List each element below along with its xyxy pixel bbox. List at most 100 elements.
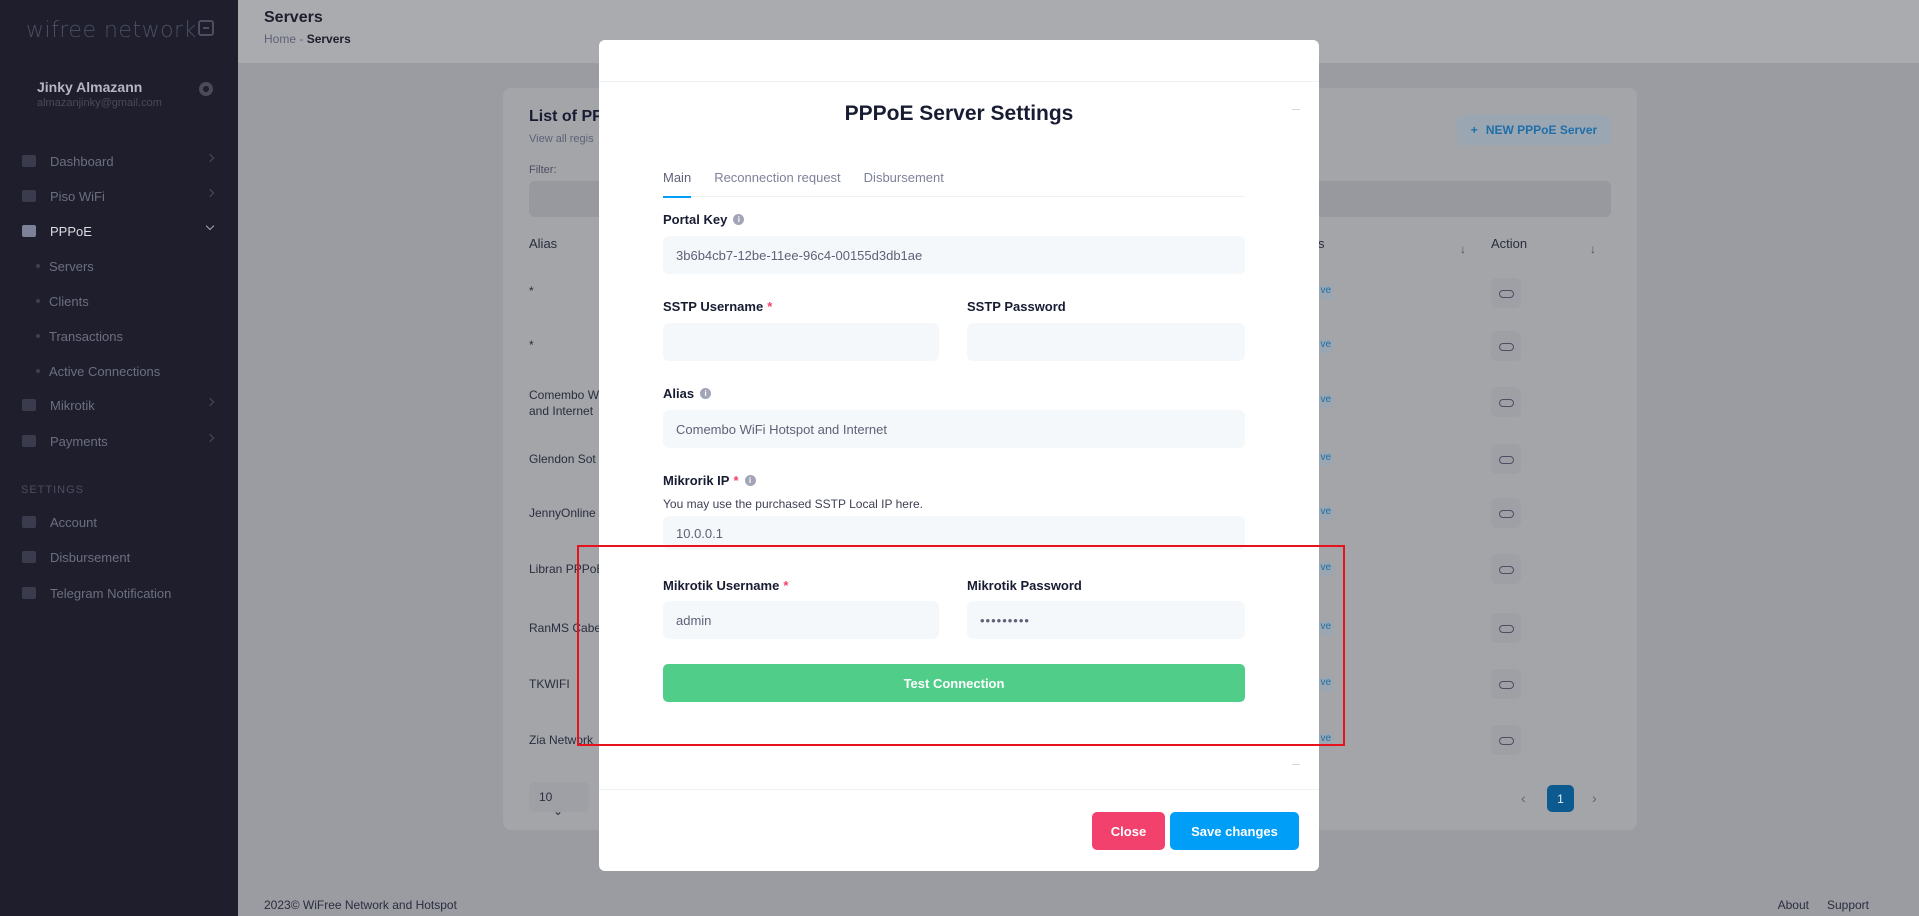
footer-support-link[interactable]: Support bbox=[1827, 898, 1869, 912]
sstp-username-label: SSTP Username * bbox=[663, 299, 772, 314]
column-header-alias[interactable]: Alias bbox=[529, 236, 557, 251]
sidebar-item-payments[interactable]: Payments bbox=[0, 426, 238, 456]
sidebar-subitem-clients[interactable]: Clients bbox=[0, 288, 238, 314]
sort-arrow-icon[interactable]: ↓ bbox=[1460, 242, 1466, 256]
sidebar-item-disbursement[interactable]: Disbursement bbox=[0, 542, 238, 572]
sort-arrow-icon[interactable]: ↓ bbox=[1590, 242, 1596, 256]
table-row-alias-line: Comembo W bbox=[529, 388, 600, 402]
bullet-icon bbox=[36, 264, 40, 268]
tab-disbursement[interactable]: Disbursement bbox=[864, 170, 944, 197]
sstp-password-label: SSTP Password bbox=[967, 299, 1066, 314]
mikrotik-ip-field[interactable]: 10.0.0.1 bbox=[663, 516, 1245, 550]
sidebar-toggle-icon[interactable] bbox=[198, 20, 214, 36]
portal-key-label: Portal Key i bbox=[663, 212, 745, 227]
chevron-right-icon bbox=[205, 188, 215, 198]
pagination-next-icon[interactable]: › bbox=[1592, 790, 1597, 806]
table-row-alias: Libran PPPoE bbox=[529, 562, 605, 576]
portal-key-field[interactable]: 3b6b4cb7-12be-11ee-96c4-00155d3db1ae bbox=[663, 236, 1245, 274]
sidebar-item-telegram-notification[interactable]: Telegram Notification bbox=[0, 578, 238, 608]
chevron-down-icon: ⌄ bbox=[553, 804, 564, 818]
card-subtitle: View all regis bbox=[529, 133, 594, 145]
sidebar-item-piso-wifi[interactable]: Piso WiFi bbox=[0, 181, 238, 211]
table-row-alias: * bbox=[529, 284, 534, 298]
user-icon bbox=[22, 516, 36, 528]
toggle-action-button[interactable] bbox=[1491, 331, 1521, 361]
info-icon[interactable]: i bbox=[744, 475, 756, 486]
toggle-action-button[interactable] bbox=[1491, 725, 1521, 755]
alias-label-text: Alias bbox=[663, 386, 695, 401]
modal-footer-divider bbox=[599, 789, 1319, 790]
sstp-username-field[interactable] bbox=[663, 323, 939, 361]
dashboard-icon bbox=[22, 155, 36, 167]
required-mark: * bbox=[733, 473, 739, 488]
info-icon[interactable]: i bbox=[700, 388, 712, 399]
toggle-action-button[interactable] bbox=[1491, 554, 1521, 584]
mikrotik-ip-label-text: Mikrorik IP bbox=[663, 473, 730, 488]
sidebar-subitem-transactions[interactable]: Transactions bbox=[0, 323, 238, 349]
page-size-select[interactable]: 10 ⌄ bbox=[529, 782, 589, 818]
footer-links: About Support bbox=[1778, 898, 1869, 912]
table-row-alias: JennyOnline bbox=[529, 506, 596, 520]
toggle-action-button[interactable] bbox=[1491, 613, 1521, 643]
mikrotik-password-field[interactable]: ••••••••• bbox=[967, 601, 1245, 639]
table-row-alias: * bbox=[529, 338, 534, 352]
pppoe-settings-modal: PPPoE Server Settings Main Reconnection … bbox=[599, 40, 1319, 871]
payment-icon bbox=[22, 435, 36, 447]
chevron-right-icon bbox=[205, 153, 215, 163]
breadcrumb: Home - Servers bbox=[264, 32, 351, 46]
bullet-icon bbox=[36, 334, 40, 338]
sidebar-item-pppoe[interactable]: PPPoE bbox=[0, 216, 238, 246]
page-title: Servers bbox=[264, 9, 323, 26]
toggle-action-button[interactable] bbox=[1491, 498, 1521, 528]
sidebar-subitem-label: Transactions bbox=[49, 328, 123, 344]
sidebar-item-label: Payments bbox=[50, 433, 108, 449]
footer-about-link[interactable]: About bbox=[1778, 898, 1809, 912]
sstp-password-field[interactable] bbox=[967, 323, 1245, 361]
gear-icon[interactable] bbox=[199, 82, 213, 96]
test-connection-button[interactable]: Test Connection bbox=[663, 664, 1245, 702]
chevron-right-icon bbox=[205, 433, 215, 443]
sidebar-item-mikrotik[interactable]: Mikrotik bbox=[0, 390, 238, 420]
tab-main[interactable]: Main bbox=[663, 170, 692, 198]
toggle-action-button[interactable] bbox=[1491, 444, 1521, 474]
bullet-icon bbox=[36, 369, 40, 373]
new-pppoe-server-button[interactable]: + NEW PPPoE Server bbox=[1457, 115, 1611, 145]
sidebar-subitem-servers[interactable]: Servers bbox=[0, 253, 238, 279]
footer-copyright: 2023© WiFree Network and Hotspot bbox=[264, 898, 457, 912]
sidebar-item-account[interactable]: Account bbox=[0, 507, 238, 537]
toggle-action-button[interactable] bbox=[1491, 669, 1521, 699]
sidebar-item-label: Mikrotik bbox=[50, 397, 95, 413]
mikrotik-username-field[interactable]: admin bbox=[663, 601, 939, 639]
toggle-action-button[interactable] bbox=[1491, 387, 1521, 417]
bullet-icon bbox=[36, 299, 40, 303]
mikrotik-username-label-text: Mikrotik Username bbox=[663, 578, 780, 593]
portal-key-label-text: Portal Key bbox=[663, 212, 728, 227]
toggle-action-button[interactable] bbox=[1491, 278, 1521, 308]
new-pppoe-server-label: NEW PPPoE Server bbox=[1485, 123, 1598, 137]
sidebar-subitem-label: Servers bbox=[49, 258, 94, 274]
breadcrumb-home[interactable]: Home bbox=[264, 32, 296, 46]
close-button[interactable]: Close bbox=[1092, 812, 1165, 850]
save-changes-button[interactable]: Save changes bbox=[1170, 812, 1299, 850]
info-icon[interactable]: i bbox=[733, 214, 745, 225]
pagination-prev-icon[interactable]: ‹ bbox=[1521, 790, 1526, 806]
scroll-down-icon[interactable] bbox=[1292, 761, 1300, 765]
sidebar-item-label: Piso WiFi bbox=[50, 188, 105, 204]
logo: wifree network bbox=[26, 18, 197, 43]
pagination-page-button[interactable]: 1 bbox=[1547, 785, 1574, 812]
tab-reconnection-request[interactable]: Reconnection request bbox=[714, 170, 840, 197]
mikrotik-password-label: Mikrotik Password bbox=[967, 578, 1082, 593]
column-header-action[interactable]: Action bbox=[1491, 236, 1527, 251]
sidebar-item-label: Account bbox=[50, 514, 97, 530]
sidebar-item-dashboard[interactable]: Dashboard bbox=[0, 146, 238, 176]
scroll-up-icon[interactable] bbox=[1292, 109, 1300, 113]
modal-header-divider bbox=[599, 81, 1319, 82]
modal-title: PPPoE Server Settings bbox=[844, 102, 1074, 125]
modal-tabs: Main Reconnection request Disbursement bbox=[663, 170, 1245, 198]
sidebar-subitem-label: Clients bbox=[49, 293, 89, 309]
alias-field[interactable]: Comembo WiFi Hotspot and Internet bbox=[663, 410, 1245, 448]
chevron-right-icon bbox=[205, 397, 215, 407]
user-email: almazanjinky@gmail.com bbox=[37, 97, 162, 109]
sidebar-subitem-active-connections[interactable]: Active Connections bbox=[0, 358, 238, 384]
settings-section-title: SETTINGS bbox=[21, 484, 85, 496]
